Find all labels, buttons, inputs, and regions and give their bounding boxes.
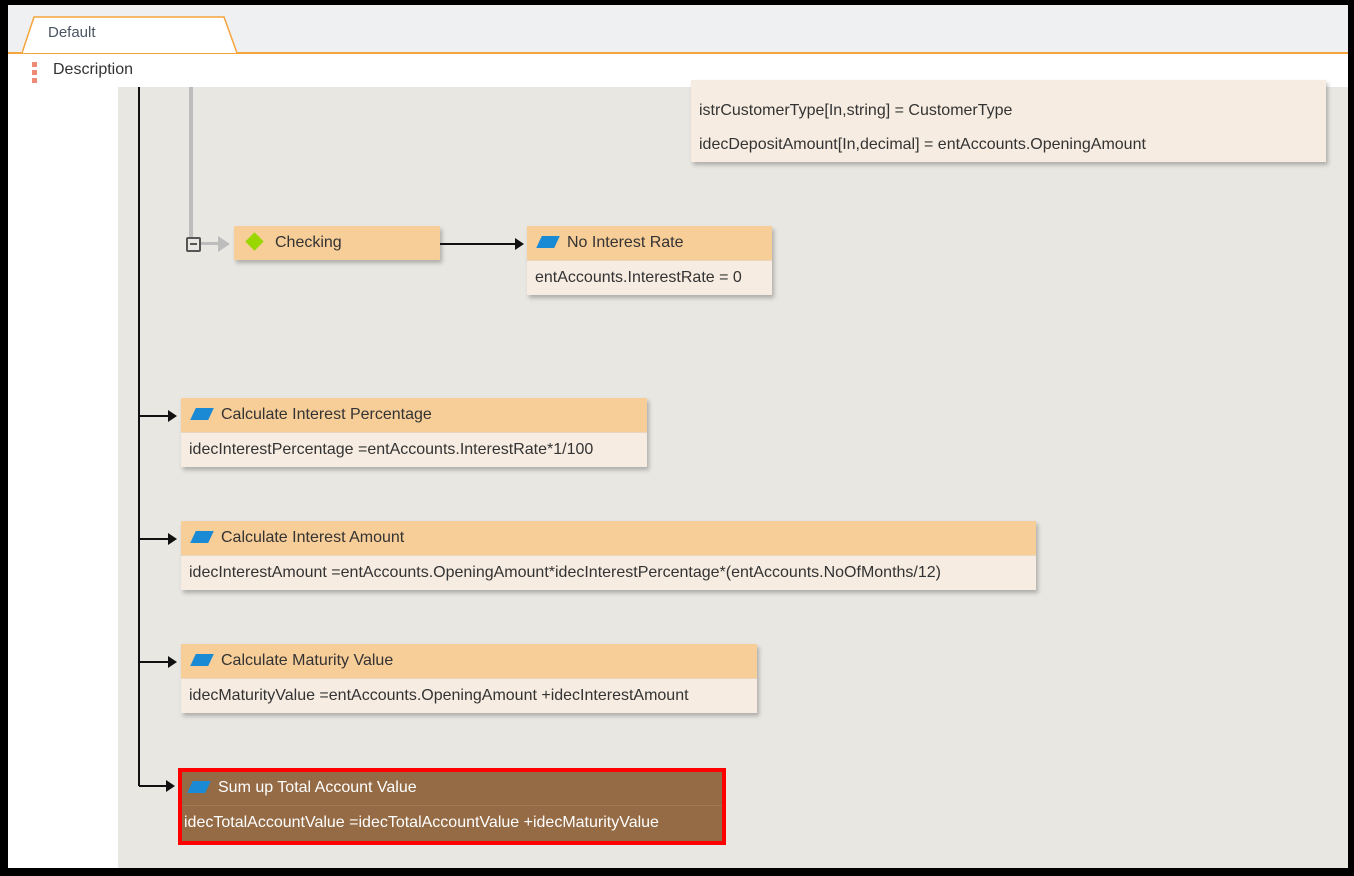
- panel-title: Description: [53, 61, 134, 78]
- node-calculate-interest-percentage[interactable]: Calculate Interest Percentage idecIntere…: [181, 398, 647, 467]
- connector-arrow: [139, 780, 175, 792]
- action-icon: [536, 236, 560, 248]
- connector-arrow: [139, 410, 177, 422]
- main-flow-line: [138, 87, 140, 786]
- action-icon: [190, 531, 214, 543]
- node-title: No Interest Rate: [567, 234, 684, 251]
- param-line: idecDepositAmount[In,decimal] = entAccou…: [699, 136, 1146, 153]
- node-expression: idecInterestAmount =entAccounts.OpeningA…: [181, 555, 1036, 590]
- decision-icon: [245, 232, 264, 251]
- node-title: Calculate Maturity Value: [221, 652, 394, 669]
- param-line: istrCustomerType[In,string] = CustomerTy…: [699, 102, 1013, 119]
- action-icon: [190, 408, 214, 420]
- node-calculate-interest-amount[interactable]: Calculate Interest Amount idecInterestAm…: [181, 521, 1036, 590]
- node-calculate-maturity-value[interactable]: Calculate Maturity Value idecMaturityVal…: [181, 644, 757, 713]
- collapse-icon[interactable]: [186, 237, 201, 252]
- node-title: Calculate Interest Amount: [221, 529, 405, 546]
- parameter-box: istrCustomerType[In,string] = CustomerTy…: [691, 80, 1326, 162]
- node-no-interest-rate[interactable]: No Interest Rate entAccounts.InterestRat…: [527, 226, 772, 295]
- node-expression: idecMaturityValue =entAccounts.OpeningAm…: [181, 678, 757, 713]
- node-sum-up-total-account-value[interactable]: Sum up Total Account Value idecTotalAcco…: [178, 768, 726, 845]
- action-icon: [190, 654, 214, 666]
- node-checking[interactable]: Checking: [234, 226, 440, 260]
- branch-connector: [201, 242, 219, 245]
- node-title: Checking: [275, 234, 342, 251]
- node-expression: idecInterestPercentage =entAccounts.Inte…: [181, 432, 647, 467]
- connector-arrow: [440, 238, 524, 250]
- connector-arrow: [139, 533, 177, 545]
- action-icon: [187, 781, 211, 793]
- node-title: Sum up Total Account Value: [218, 779, 417, 796]
- tab-default-label: Default: [48, 24, 96, 41]
- branch-line: [189, 87, 193, 239]
- node-title: Calculate Interest Percentage: [221, 406, 432, 423]
- connector-arrow: [139, 656, 177, 668]
- branch-arrow-icon: [218, 236, 230, 252]
- node-expression: idecTotalAccountValue =idecTotalAccountV…: [182, 805, 722, 841]
- drag-handle-icon[interactable]: [32, 62, 37, 84]
- node-expression: entAccounts.InterestRate = 0: [527, 260, 772, 295]
- workflow-canvas[interactable]: [118, 87, 1348, 868]
